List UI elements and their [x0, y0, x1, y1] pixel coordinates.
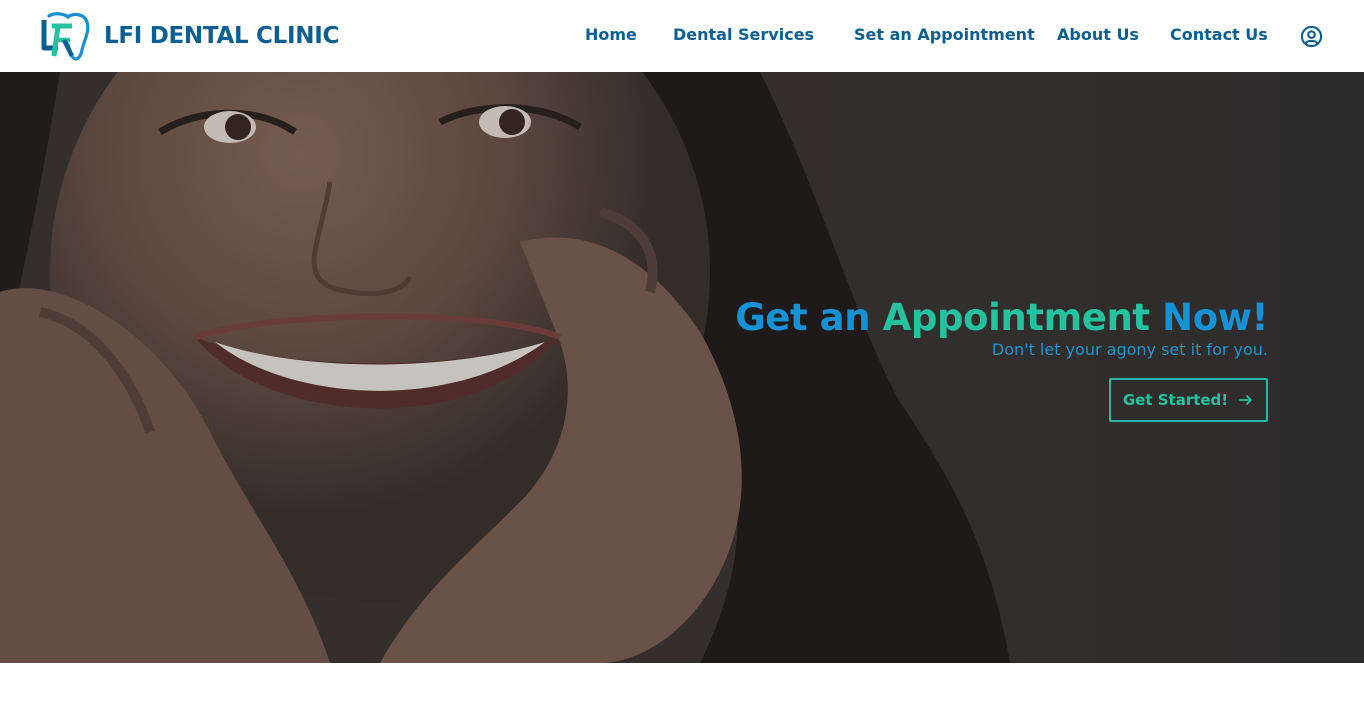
page-content-start — [0, 663, 1364, 722]
nav-set-appointment[interactable]: Set an Appointment — [854, 25, 1035, 44]
user-circle-icon[interactable] — [1300, 25, 1323, 48]
hero-title-part-3: Now! — [1162, 296, 1268, 339]
hero-title-part-1: Get an — [735, 296, 871, 339]
brand-name: LFI DENTAL CLINIC — [104, 23, 340, 49]
hero-title-part-2: Appointment — [882, 296, 1150, 339]
brand-link[interactable]: LFI DENTAL CLINIC — [38, 10, 339, 62]
hero-subtitle: Don't let your agony set it for you. — [991, 340, 1268, 359]
top-navbar: LFI DENTAL CLINIC Home Dental Services S… — [0, 0, 1364, 72]
nav-contact-us[interactable]: Contact Us — [1170, 25, 1268, 44]
tooth-logo-icon — [41, 12, 90, 61]
hero-overlay — [0, 72, 1364, 663]
nav-home[interactable]: Home — [585, 25, 637, 44]
nav-dental-services[interactable]: Dental Services — [673, 25, 814, 44]
get-started-label: Get Started! — [1122, 391, 1229, 409]
hero-banner: Get an Appointment Now! Don't let your a… — [0, 72, 1364, 663]
get-started-button[interactable]: Get Started! — [1109, 378, 1268, 422]
nav-about-us[interactable]: About Us — [1057, 25, 1139, 44]
arrow-right-icon — [1239, 395, 1253, 405]
hero-title: Get an Appointment Now! — [735, 296, 1268, 339]
